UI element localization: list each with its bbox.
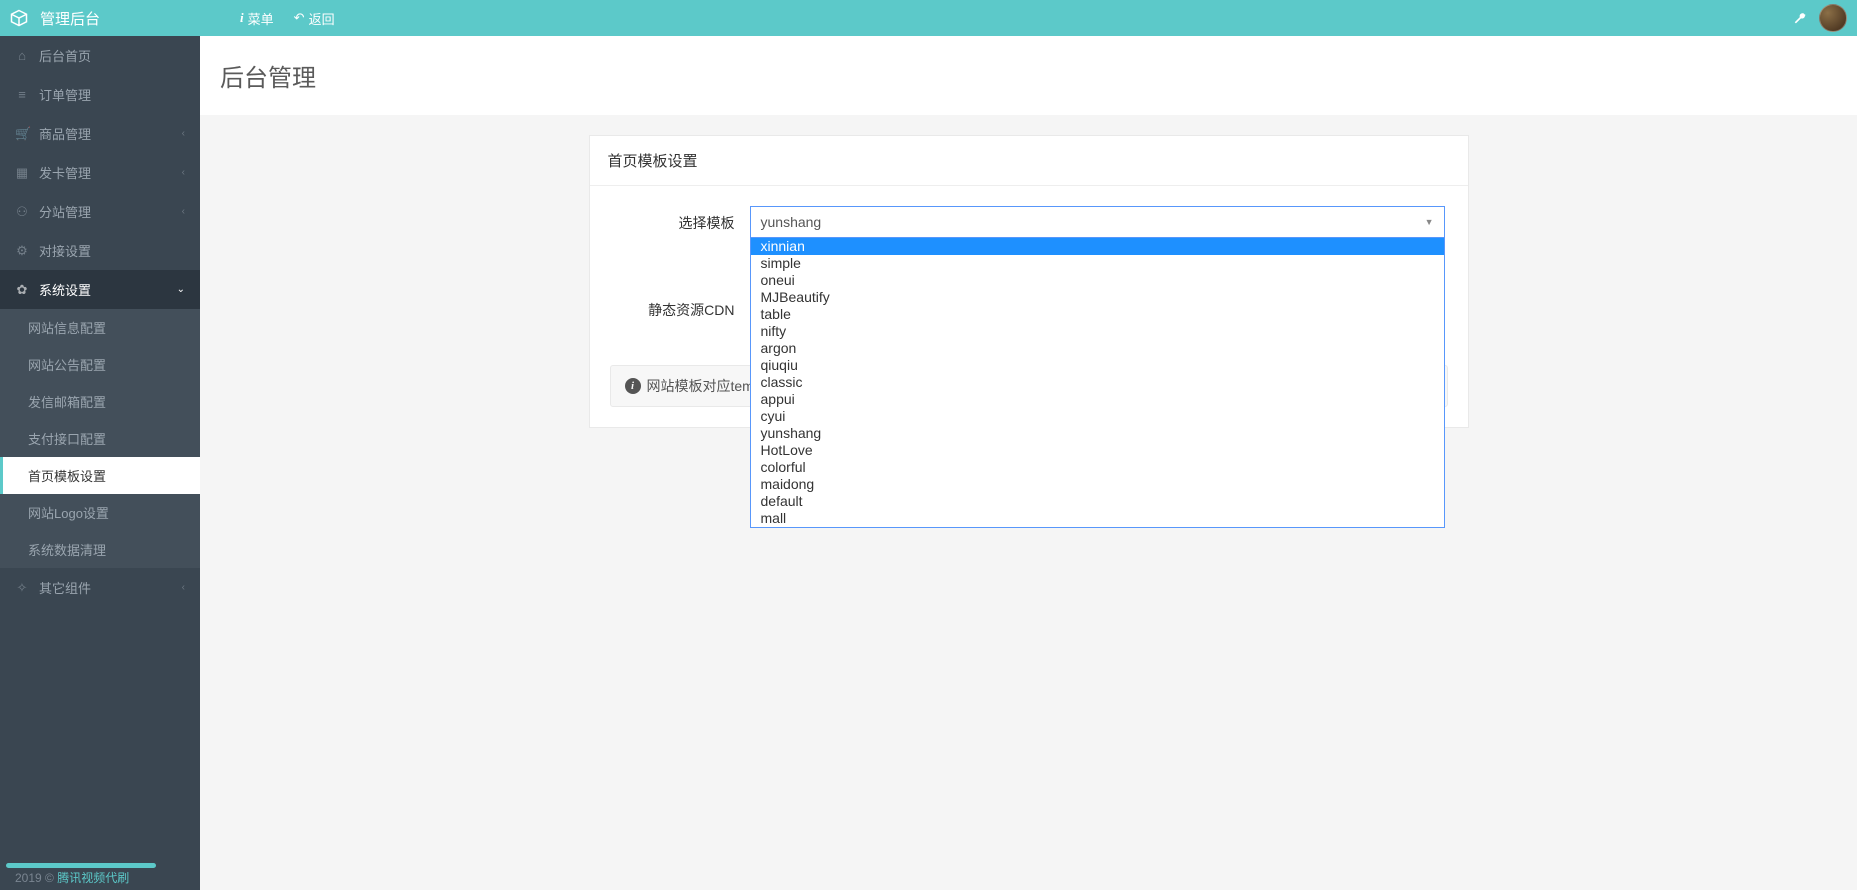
gear-icon: ✿ (15, 282, 29, 298)
caret-down-icon: ▼ (1425, 217, 1434, 227)
footer-year: 2019 © (15, 871, 57, 885)
app-title: 管理后台 (40, 8, 100, 29)
template-label: 选择模板 (610, 206, 750, 233)
wrench-icon[interactable] (1793, 10, 1807, 27)
back-button[interactable]: ↶ 返回 (294, 9, 335, 28)
sidebar-item-substation[interactable]: ⚇ 分站管理 ‹ (0, 192, 200, 231)
home-icon: ⌂ (15, 48, 29, 63)
sidebar-item-label: 分站管理 (39, 202, 91, 221)
sub-item-mail[interactable]: 发信邮箱配置 (0, 383, 200, 420)
sidebar-item-settings[interactable]: ✿ 系统设置 ⌄ (0, 270, 200, 309)
sidebar-item-cards[interactable]: ▦ 发卡管理 ‹ (0, 153, 200, 192)
dropdown-option[interactable]: argon (751, 340, 1444, 357)
sidebar-submenu-settings: 网站信息配置 网站公告配置 发信邮箱配置 支付接口配置 首页模板设置 网站Log… (0, 309, 200, 568)
sidebar-item-label: 其它组件 (39, 578, 91, 597)
sub-item-announce[interactable]: 网站公告配置 (0, 346, 200, 383)
form-row-template: 选择模板 yunshang ▼ xinniansimpleoneuiMJBeau… (610, 206, 1448, 238)
sidebar-item-label: 订单管理 (39, 85, 91, 104)
sidebar-item-products[interactable]: 🛒 商品管理 ‹ (0, 114, 200, 153)
list-icon: ≡ (15, 87, 29, 102)
dropdown-option[interactable]: appui (751, 391, 1444, 408)
main-content: 后台管理 首页模板设置 选择模板 yunshang ▼ xinniansimpl… (200, 36, 1857, 890)
dropdown-option[interactable]: MJBeautify (751, 289, 1444, 306)
dropdown-option[interactable]: maidong (751, 476, 1444, 493)
sidebar-item-docking[interactable]: ⚙ 对接设置 (0, 231, 200, 270)
dropdown-option[interactable]: xinnian (751, 238, 1444, 255)
hint-text: 网站模板对应templ (647, 376, 765, 396)
sitemap-icon: ⚇ (15, 204, 29, 220)
sidebar-item-label: 后台首页 (39, 46, 91, 65)
top-header: 管理后台 i 菜单 ↶ 返回 (0, 0, 1857, 36)
avatar[interactable] (1819, 4, 1847, 32)
dropdown-option[interactable]: cyui (751, 408, 1444, 425)
sub-item-dataclean[interactable]: 系统数据清理 (0, 531, 200, 568)
sidebar-item-label: 商品管理 (39, 124, 91, 143)
puzzle-icon: ✧ (15, 580, 29, 596)
chevron-left-icon: ‹ (182, 128, 185, 139)
sidebar-item-label: 对接设置 (39, 241, 91, 260)
sidebar: ⌂ 后台首页 ≡ 订单管理 🛒 商品管理 ‹ ▦ 发卡管理 ‹ ⚇ 分站管理 ‹ (0, 36, 200, 890)
cart-icon: 🛒 (15, 126, 29, 142)
dropdown-option[interactable]: HotLove (751, 442, 1444, 459)
cube-icon (10, 9, 28, 27)
cdn-label: 静态资源CDN (610, 293, 750, 320)
sidebar-item-orders[interactable]: ≡ 订单管理 (0, 75, 200, 114)
template-dropdown: xinniansimpleoneuiMJBeautifytableniftyar… (750, 238, 1445, 528)
dropdown-option[interactable]: simple (751, 255, 1444, 272)
menu-label: 菜单 (248, 9, 274, 28)
template-select[interactable]: yunshang ▼ (750, 206, 1445, 238)
dropdown-option[interactable]: yunshang (751, 425, 1444, 442)
footer-link[interactable]: 腾讯视频代刷 (57, 871, 129, 885)
dropdown-option[interactable]: qiuqiu (751, 357, 1444, 374)
sub-item-template[interactable]: 首页模板设置 (0, 457, 200, 494)
sub-item-payment[interactable]: 支付接口配置 (0, 420, 200, 457)
sub-item-siteinfo[interactable]: 网站信息配置 (0, 309, 200, 346)
info-circle-icon: i (625, 378, 641, 394)
link-icon: ⚙ (15, 243, 29, 259)
back-label: 返回 (309, 9, 335, 28)
sidebar-item-home[interactable]: ⌂ 后台首页 (0, 36, 200, 75)
sidebar-scrollbar[interactable] (6, 863, 156, 868)
sidebar-item-label: 系统设置 (39, 280, 91, 299)
sidebar-item-label: 发卡管理 (39, 163, 91, 182)
dropdown-option[interactable]: colorful (751, 459, 1444, 476)
dropdown-option[interactable]: nifty (751, 323, 1444, 340)
chevron-left-icon: ‹ (182, 206, 185, 217)
dropdown-option[interactable]: oneui (751, 272, 1444, 289)
settings-block: 首页模板设置 选择模板 yunshang ▼ xinniansimpleoneu… (589, 135, 1469, 428)
dropdown-option[interactable]: table (751, 306, 1444, 323)
dropdown-option[interactable]: mall (751, 510, 1444, 527)
chevron-left-icon: ‹ (182, 167, 185, 178)
sub-item-logo[interactable]: 网站Logo设置 (0, 494, 200, 531)
info-icon: i (240, 10, 244, 26)
dropdown-option[interactable]: classic (751, 374, 1444, 391)
chevron-left-icon: ‹ (182, 582, 185, 593)
chevron-down-icon: ⌄ (177, 284, 185, 295)
grid-icon: ▦ (15, 165, 29, 181)
header-menu: i 菜单 ↶ 返回 (240, 9, 335, 28)
back-arrow-icon: ↶ (294, 10, 305, 26)
page-title: 后台管理 (200, 36, 1857, 115)
select-value: yunshang (761, 214, 822, 230)
sidebar-item-other[interactable]: ✧ 其它组件 ‹ (0, 568, 200, 607)
header-right (1793, 4, 1847, 32)
header-left: 管理后台 (10, 8, 100, 29)
menu-button[interactable]: i 菜单 (240, 9, 274, 28)
dropdown-option[interactable]: default (751, 493, 1444, 510)
block-title: 首页模板设置 (590, 136, 1468, 186)
